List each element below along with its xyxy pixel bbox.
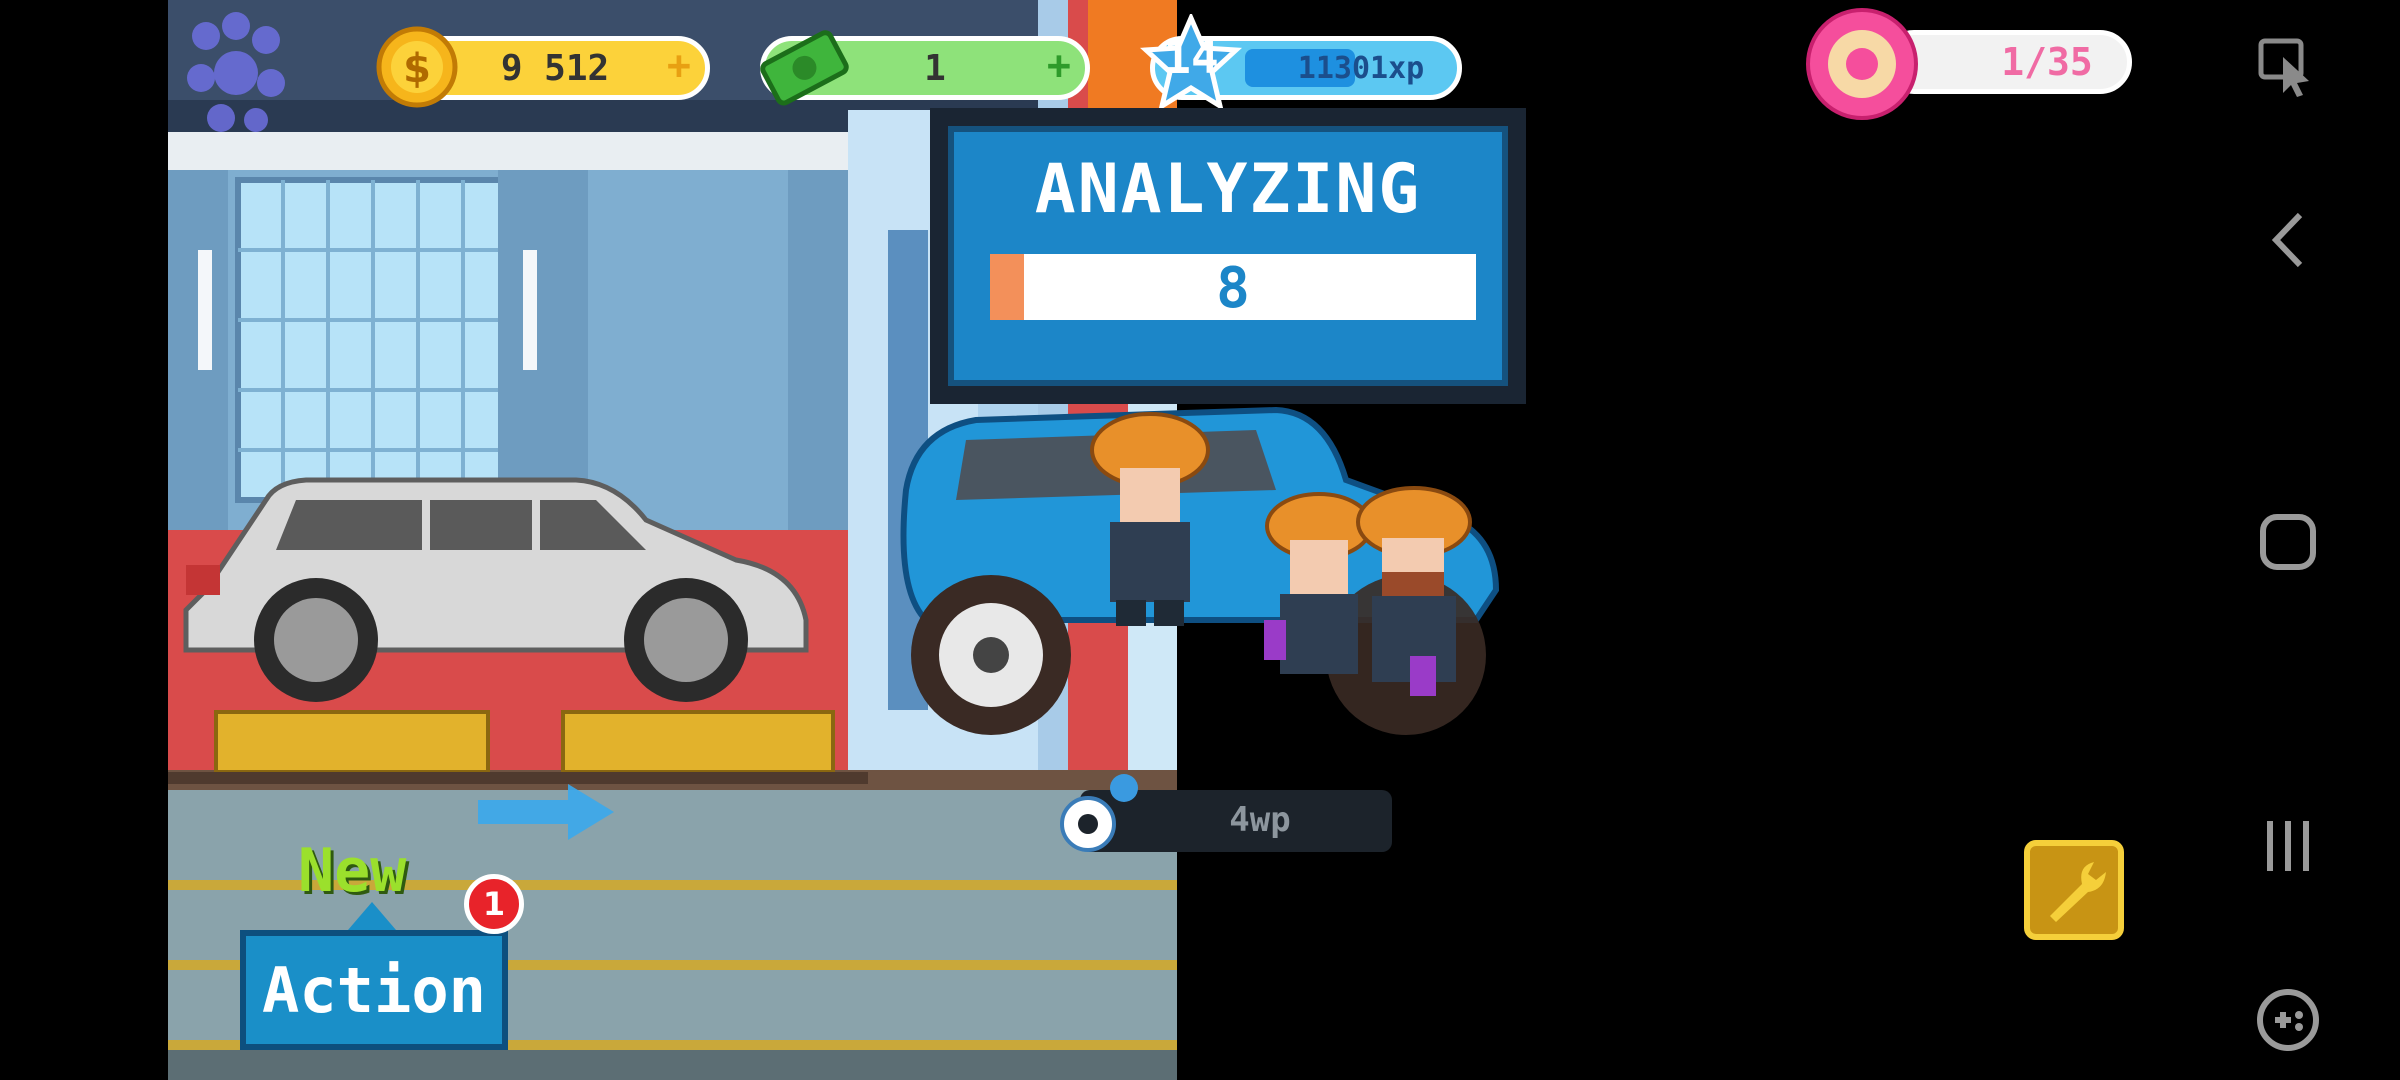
svg-text:$: $ <box>403 46 431 92</box>
new-label: New <box>298 836 407 906</box>
action-badge-count: 1 <box>482 885 506 923</box>
wrench-button[interactable] <box>2024 840 2124 940</box>
blue-arrow-icon <box>478 784 614 844</box>
donut-icon <box>1804 6 1920 126</box>
worker-1[interactable] <box>1090 410 1210 634</box>
cursor-icon[interactable] <box>2238 16 2338 116</box>
new-pointer-icon <box>348 902 396 930</box>
cash-icon <box>756 24 852 114</box>
coin-icon: $ <box>376 26 458 112</box>
silver-suv[interactable] <box>176 440 816 724</box>
cash-value: 1 <box>924 47 946 89</box>
analyzing-panel-inner: ANALYZING 8 <box>948 126 1508 386</box>
gamepad-icon[interactable] <box>2238 970 2338 1070</box>
back-icon[interactable] <box>2238 190 2338 290</box>
analyzing-title: ANALYZING <box>1034 150 1422 229</box>
action-badge: 1 <box>464 874 524 934</box>
paw-cluster-icon[interactable] <box>176 8 296 138</box>
gear-icon <box>1056 768 1156 872</box>
wp-value: 4wp <box>1229 800 1291 840</box>
system-nav-bar <box>2176 0 2400 1080</box>
home-icon[interactable] <box>2238 492 2338 592</box>
analyzing-progress-bar: 8 <box>990 254 1476 321</box>
donut-value: 1/35 <box>2001 40 2093 84</box>
analyzing-panel: ANALYZING 8 <box>930 108 1526 404</box>
worker-3[interactable] <box>1354 486 1484 730</box>
add-coins-button[interactable]: + <box>667 43 691 89</box>
action-button[interactable]: Action <box>240 930 508 1050</box>
wrench-icon <box>2050 862 2106 922</box>
coins-value: 9 512 <box>500 47 610 89</box>
level-value: 14 <box>1163 30 1219 84</box>
add-cash-button[interactable]: + <box>1047 43 1071 89</box>
recents-icon[interactable] <box>2238 796 2338 896</box>
xp-value: 11301xp <box>1297 50 1425 86</box>
analyzing-value: 8 <box>1216 256 1250 321</box>
